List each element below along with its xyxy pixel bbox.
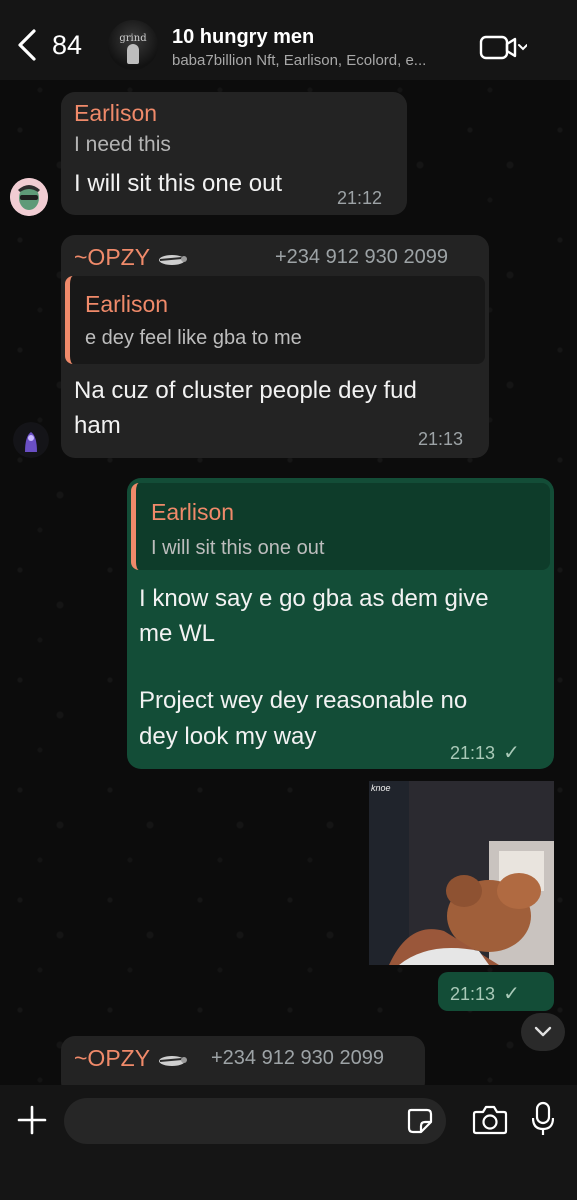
message-time: 21:13 ✓ xyxy=(450,981,520,1006)
avatar-figure-icon xyxy=(13,422,49,458)
quoted-text: I will sit this one out xyxy=(151,537,325,559)
sender-name[interactable]: Earlison xyxy=(74,100,157,127)
message-text: ham xyxy=(74,412,121,439)
chevron-left-icon xyxy=(18,29,36,61)
camera-icon[interactable] xyxy=(472,1104,508,1136)
sender-phone[interactable]: +234 912 930 2099 xyxy=(211,1047,384,1070)
sent-check-icon: ✓ xyxy=(503,983,520,1005)
sender-name-text: ~OPZY xyxy=(74,244,150,270)
quoted-text: e dey feel like gba to me xyxy=(85,327,302,349)
message-bubble[interactable]: ~OPZY +234 912 930 2099 Earlison e dey f… xyxy=(61,235,489,458)
time-text: 21:13 xyxy=(450,984,496,1004)
scroll-to-bottom-button[interactable] xyxy=(521,1013,565,1051)
quoted-message[interactable]: Earlison e dey feel like gba to me xyxy=(65,276,485,364)
message-text: I know say e go gba as dem give xyxy=(139,585,489,612)
message-bubble[interactable]: Earlison I will sit this one out I know … xyxy=(127,478,554,769)
plus-icon[interactable] xyxy=(16,1104,48,1136)
message-input[interactable] xyxy=(64,1098,446,1144)
group-title[interactable]: 10 hungry men xyxy=(172,26,314,49)
sticker-icon[interactable] xyxy=(406,1107,434,1135)
media-caption: knoe xyxy=(371,783,391,793)
badger-emoji-icon xyxy=(159,1055,188,1066)
badger-emoji-icon xyxy=(159,254,188,265)
sender-name[interactable]: ~OPZY xyxy=(74,244,190,271)
message-time: 21:13 xyxy=(418,429,464,449)
video-camera-icon xyxy=(479,35,527,60)
sender-name-text: ~OPZY xyxy=(74,1045,150,1071)
message-bubble[interactable]: 21:13 ✓ xyxy=(438,972,554,1011)
time-text: 21:13 xyxy=(450,743,496,763)
avatar[interactable] xyxy=(13,422,49,458)
cartoon-avatar-icon xyxy=(10,178,48,216)
quoted-message[interactable]: Earlison I will sit this one out xyxy=(131,483,550,570)
avatar-figure xyxy=(127,44,139,64)
message-text: Project wey dey reasonable no xyxy=(139,687,468,714)
chat-header: 84 grind 10 hungry men baba7billion Nft,… xyxy=(0,0,577,80)
message-time: 21:12 xyxy=(337,188,383,208)
video-call-button[interactable] xyxy=(479,34,527,62)
sender-name[interactable]: ~OPZY xyxy=(74,1045,190,1072)
unread-count: 84 xyxy=(52,29,83,60)
message-time: 21:13 ✓ xyxy=(450,740,520,765)
quoted-sender: Earlison xyxy=(85,291,169,317)
avatar-text: grind xyxy=(119,32,147,44)
group-members[interactable]: baba7billion Nft, Earlison, Ecolord, e..… xyxy=(172,52,426,69)
group-avatar[interactable]: grind xyxy=(108,20,158,70)
back-button[interactable]: 84 xyxy=(16,28,82,62)
gif-image xyxy=(369,781,554,965)
gif-media[interactable]: knoe xyxy=(369,781,554,965)
message-text: I will sit this one out xyxy=(74,170,283,197)
microphone-icon[interactable] xyxy=(532,1101,554,1137)
message-bubble[interactable]: Earlison I need this I will sit this one… xyxy=(61,92,407,215)
message-text: Na cuz of cluster people dey fud xyxy=(74,377,417,404)
message-text: dey look my way xyxy=(139,723,317,750)
sender-phone[interactable]: +234 912 930 2099 xyxy=(275,246,448,269)
reply-snippet: I need this xyxy=(74,133,171,156)
message-text: me WL xyxy=(139,620,216,647)
avatar[interactable] xyxy=(10,178,48,216)
sent-check-icon: ✓ xyxy=(503,742,520,764)
chevron-down-icon xyxy=(534,1026,552,1037)
quoted-sender: Earlison xyxy=(151,499,235,525)
